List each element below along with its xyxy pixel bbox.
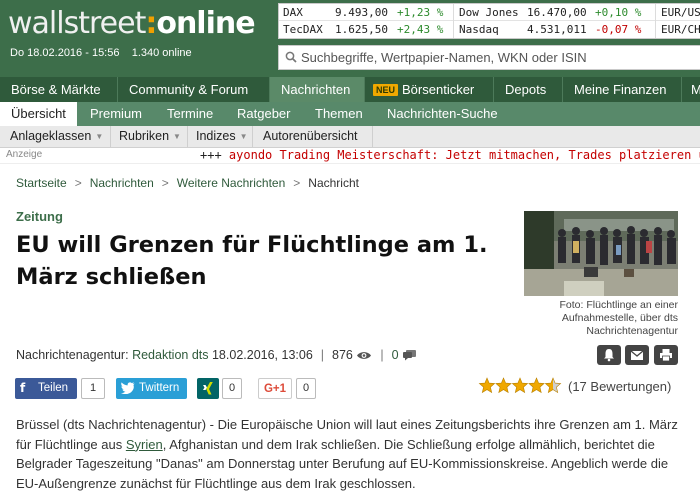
ticker-value: 4.531,011 — [527, 23, 587, 36]
facebook-icon: f — [20, 381, 26, 395]
online-count: 1.340 online — [131, 47, 192, 59]
article-meta: Nachrichtenagentur: Redaktion dts 18.02.… — [16, 348, 417, 362]
ad-bar: Anzeige +++ ayondo Trading Meisterschaft… — [0, 148, 700, 164]
ticker-value: 16.470,00 — [527, 6, 587, 19]
nav-item-depots[interactable]: Depots — [494, 77, 562, 102]
star-icon[interactable] — [544, 377, 562, 394]
ad-label: Anzeige — [6, 149, 43, 160]
nav-item-meine-finanzen[interactable]: Meine Finanzen — [563, 77, 681, 102]
bell-icon — [604, 349, 614, 362]
star-icon[interactable] — [528, 377, 545, 394]
ticker-row: TecDAX 1.625,50 +2,43 % Nasdaq 4.531,011… — [279, 21, 700, 38]
ticker-name[interactable]: EUR/US — [661, 6, 700, 19]
comment-icon[interactable] — [402, 349, 417, 361]
ticker-name[interactable]: EUR/CH — [661, 23, 700, 36]
breadcrumb-nachrichten[interactable]: Nachrichten — [90, 176, 154, 190]
google-plus-button[interactable]: G+1 — [258, 378, 292, 399]
ticker-name[interactable]: Nasdaq — [459, 23, 499, 36]
nav-item-community-forum[interactable]: Community & Forum — [118, 77, 269, 102]
sub-navigation: Übersicht Premium Termine Ratgeber Theme… — [0, 102, 700, 126]
eye-icon — [357, 352, 372, 359]
google-plus-count: 0 — [296, 378, 316, 399]
ticker-change: +2,43 % — [397, 23, 444, 36]
nav-item-boersenticker[interactable]: NEU Börsenticker — [365, 77, 493, 102]
article-photo[interactable] — [524, 211, 678, 296]
new-badge: NEU — [373, 84, 399, 96]
dropdown-arrow-icon: ▼ — [239, 132, 248, 141]
nav-item-boerse-maerkte[interactable]: Börse & Märkte — [0, 77, 117, 102]
twitter-share-button[interactable]: Twittern — [116, 378, 187, 399]
ticker-name[interactable]: Dow Jones — [459, 6, 519, 19]
xing-share-button[interactable] — [197, 378, 219, 399]
facebook-share-count: 1 — [81, 378, 105, 399]
ticker-change: -0,07 % — [595, 23, 642, 36]
nav-item-more[interactable]: M — [682, 77, 700, 102]
rating-count: (17 Bewertungen) — [568, 379, 672, 394]
photo-caption: Foto: Flüchtlinge an einer Aufnahmestell… — [559, 299, 678, 337]
subnav-item-themen[interactable]: Themen — [304, 102, 375, 126]
ticker-divider — [453, 4, 454, 38]
star-icon[interactable] — [495, 377, 512, 394]
filter-indizes[interactable]: Indizes ▼ — [196, 126, 248, 147]
syrien-link[interactable]: Syrien — [126, 437, 163, 452]
dropdown-arrow-icon: ▼ — [95, 132, 104, 141]
subnav-item-nachrichten-suche[interactable]: Nachrichten-Suche — [376, 102, 506, 126]
search-icon[interactable] — [285, 51, 297, 63]
ticker-change: +1,23 % — [397, 6, 444, 19]
star-icon[interactable] — [511, 377, 529, 394]
subnav-item-termine[interactable]: Termine — [156, 102, 226, 126]
ticker-divider — [655, 4, 656, 38]
ticker-value: 9.493,00 — [335, 6, 388, 19]
site-logo[interactable]: wallstreet:online — [8, 6, 256, 41]
search-input[interactable] — [301, 48, 696, 67]
header-status: Do 18.02.2016 - 15:56 1.340 online — [10, 47, 192, 59]
ticker-name[interactable]: TecDAX — [283, 23, 323, 36]
site-header: wallstreet:online Do 18.02.2016 - 15:56 … — [0, 0, 700, 77]
filter-autorenuebersicht[interactable]: Autorenübersicht — [263, 126, 358, 147]
nav-item-nachrichten[interactable]: Nachrichten — [270, 77, 364, 102]
subnav-item-uebersicht[interactable]: Übersicht — [0, 102, 77, 126]
comment-count[interactable]: 0 — [392, 348, 399, 362]
ad-link[interactable]: +++ ayondo Trading Meisterschaft: Jetzt … — [200, 148, 700, 162]
header-date: Do 18.02.2016 - 15:56 — [10, 47, 120, 59]
breadcrumb-weitere-nachrichten[interactable]: Weitere Nachrichten — [177, 176, 286, 190]
breadcrumb-current: Nachricht — [308, 176, 359, 190]
market-ticker: DAX 9.493,00 +1,23 % Dow Jones 16.470,00… — [278, 3, 700, 39]
publish-date: 18.02.2016, 13:06 — [211, 348, 313, 362]
article-body: Brüssel (dts Nachrichtenagentur) - Die E… — [16, 417, 678, 491]
main-navigation: Börse & Märkte Community & Forum Nachric… — [0, 77, 700, 102]
star-rating[interactable] — [478, 377, 563, 395]
subnav-item-ratgeber[interactable]: Ratgeber — [226, 102, 302, 126]
filter-rubriken[interactable]: Rubriken ▼ — [119, 126, 181, 147]
dropdown-arrow-icon: ▼ — [173, 132, 181, 141]
photo-image — [524, 211, 678, 296]
facebook-share-button[interactable]: f Teilen — [15, 378, 77, 399]
view-count: 876 — [332, 348, 353, 362]
search-box — [278, 45, 700, 70]
article-kicker: Zeitung — [16, 209, 63, 224]
filter-anlageklassen[interactable]: Anlageklassen ▼ — [10, 126, 103, 147]
breadcrumb-startseite[interactable]: Startseite — [16, 176, 67, 190]
ticker-row: DAX 9.493,00 +1,23 % Dow Jones 16.470,00… — [279, 4, 700, 21]
author-link[interactable]: Redaktion dts — [132, 348, 208, 362]
print-icon — [660, 349, 672, 362]
print-button[interactable] — [654, 345, 678, 365]
filter-navigation: Anlageklassen ▼ Rubriken ▼ Indizes ▼ Autore… — [0, 126, 700, 148]
ticker-change: +0,10 % — [595, 6, 642, 19]
ticker-value: 1.625,50 — [335, 23, 388, 36]
twitter-icon — [121, 382, 135, 394]
email-button[interactable] — [625, 345, 649, 365]
breadcrumb: Startseite > Nachrichten > Weitere Nachricht… — [16, 176, 359, 190]
alert-button[interactable] — [597, 345, 621, 365]
xing-share-count: 0 — [222, 378, 242, 399]
meta-source-label: Nachrichtenagentur: — [16, 348, 129, 362]
ticker-name[interactable]: DAX — [283, 6, 303, 19]
star-icon[interactable] — [478, 377, 496, 394]
xing-icon — [203, 382, 213, 395]
article-title: EU will Grenzen für Flüchtlinge am 1. Mä… — [16, 232, 488, 290]
mail-icon — [630, 350, 644, 360]
subnav-item-premium[interactable]: Premium — [79, 102, 155, 126]
